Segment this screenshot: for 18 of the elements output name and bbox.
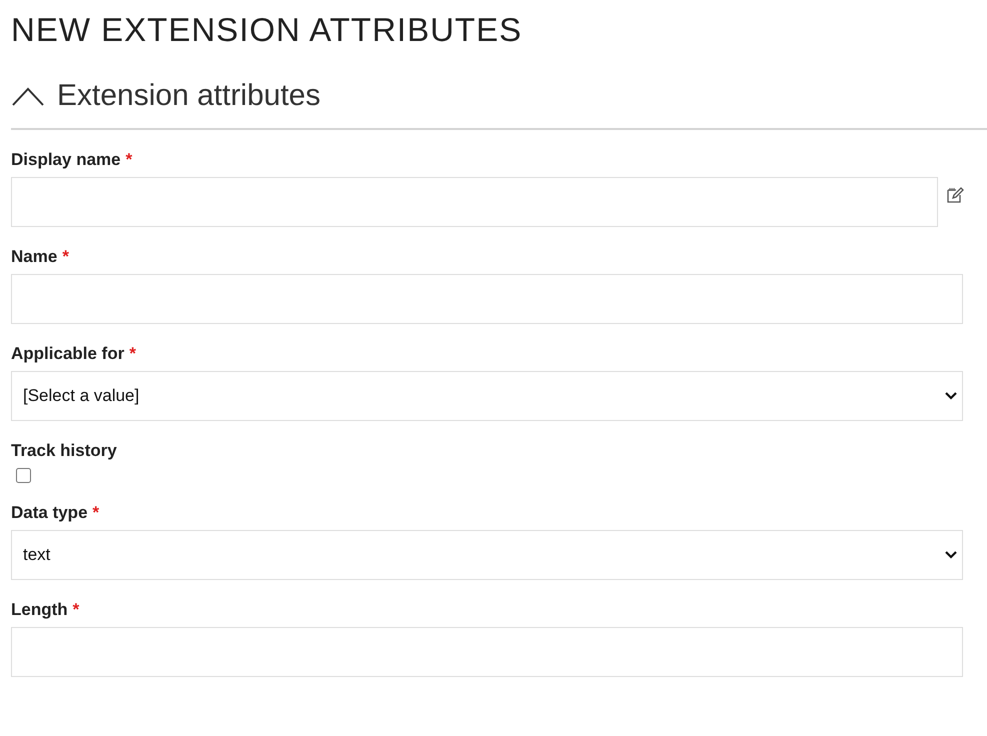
edit-icon[interactable]	[946, 186, 964, 204]
select-field[interactable]: [Select a value]	[11, 371, 963, 421]
input-field[interactable]	[11, 177, 938, 227]
field-label: Applicable for *	[11, 343, 137, 365]
section-title: Extension attributes	[57, 79, 320, 113]
field-label: Display name *	[11, 149, 134, 171]
field-label: Data type *	[11, 502, 100, 524]
collapse-chevron-icon[interactable]	[11, 85, 45, 107]
caret-icon	[945, 551, 957, 559]
input-field[interactable]	[11, 627, 963, 677]
field-label: Name *	[11, 246, 70, 268]
checkbox[interactable]	[16, 468, 31, 483]
caret-icon	[945, 392, 957, 400]
select-field[interactable]: text	[11, 530, 963, 580]
field-label: Length *	[11, 599, 80, 621]
field-label: Track history	[11, 440, 118, 462]
input-field[interactable]	[11, 274, 963, 324]
page-title: NEW EXTENSION ATTRIBUTES	[11, 10, 524, 50]
